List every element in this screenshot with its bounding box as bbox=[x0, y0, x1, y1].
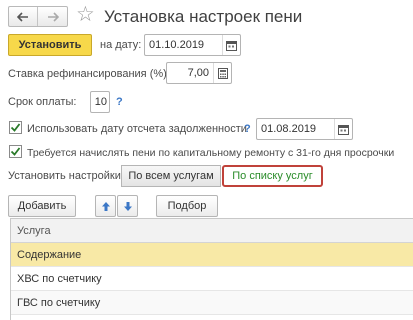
page-title: Установка настроек пени bbox=[104, 7, 303, 26]
date-field[interactable]: 01.10.2019 bbox=[144, 34, 241, 56]
select-button[interactable]: Подбор bbox=[156, 195, 218, 217]
payment-term-help-icon[interactable]: ? bbox=[116, 96, 123, 108]
calendar-icon[interactable] bbox=[222, 35, 240, 55]
add-button[interactable]: Добавить bbox=[8, 195, 76, 217]
services-table: Услуга Содержание ХВС по счетчику ГВС по… bbox=[10, 218, 413, 320]
checkmark-icon bbox=[10, 123, 21, 132]
forward-button[interactable] bbox=[38, 7, 67, 26]
move-up-button[interactable] bbox=[95, 195, 116, 217]
table-row[interactable]: Содержание bbox=[11, 243, 413, 267]
capital-repair-checkbox[interactable] bbox=[9, 145, 22, 158]
checkmark-icon bbox=[10, 147, 21, 156]
arrow-left-icon bbox=[17, 11, 28, 22]
refinancing-rate-value: 7,00 bbox=[187, 67, 209, 79]
move-down-button[interactable] bbox=[117, 195, 138, 217]
calendar-icon[interactable] bbox=[334, 119, 352, 139]
column-header-service[interactable]: Услуга bbox=[11, 219, 413, 243]
debt-date-value: 01.08.2019 bbox=[261, 123, 317, 135]
debt-date-field[interactable]: 01.08.2019 bbox=[256, 118, 353, 140]
payment-term-field[interactable]: 10 bbox=[90, 91, 110, 113]
back-button[interactable] bbox=[9, 7, 38, 26]
payment-term-value: 10 bbox=[94, 96, 107, 108]
refinancing-rate-label: Ставка рефинансирования (%): bbox=[8, 68, 170, 80]
by-service-list-option[interactable]: По списку услуг bbox=[222, 165, 323, 187]
arrow-down-icon bbox=[123, 201, 132, 211]
all-services-option[interactable]: По всем услугам bbox=[121, 165, 221, 187]
payment-term-label: Срок оплаты: bbox=[8, 96, 77, 108]
refinancing-rate-field[interactable]: 7,00 bbox=[166, 62, 232, 84]
star-icon[interactable]: ☆ bbox=[76, 3, 95, 27]
use-debt-date-checkbox[interactable] bbox=[9, 121, 22, 134]
navigation-buttons bbox=[8, 6, 68, 27]
use-debt-date-help-icon[interactable]: ? bbox=[244, 123, 251, 135]
set-button[interactable]: Установить bbox=[8, 34, 92, 56]
date-label: на дату: bbox=[100, 39, 142, 51]
table-row[interactable]: ХВС по счетчику bbox=[11, 267, 413, 291]
arrow-right-icon bbox=[47, 11, 59, 22]
capital-repair-label: Требуется начислять пени по капитальному… bbox=[27, 147, 395, 159]
table-row[interactable]: ГВС по счетчику bbox=[11, 291, 413, 315]
use-debt-date-label: Использовать дату отсчета задолженности bbox=[27, 123, 247, 135]
arrow-up-icon bbox=[101, 201, 110, 211]
date-value: 01.10.2019 bbox=[149, 39, 205, 51]
calculator-icon[interactable] bbox=[213, 63, 231, 83]
settings-label: Установить настройки: bbox=[8, 170, 124, 182]
